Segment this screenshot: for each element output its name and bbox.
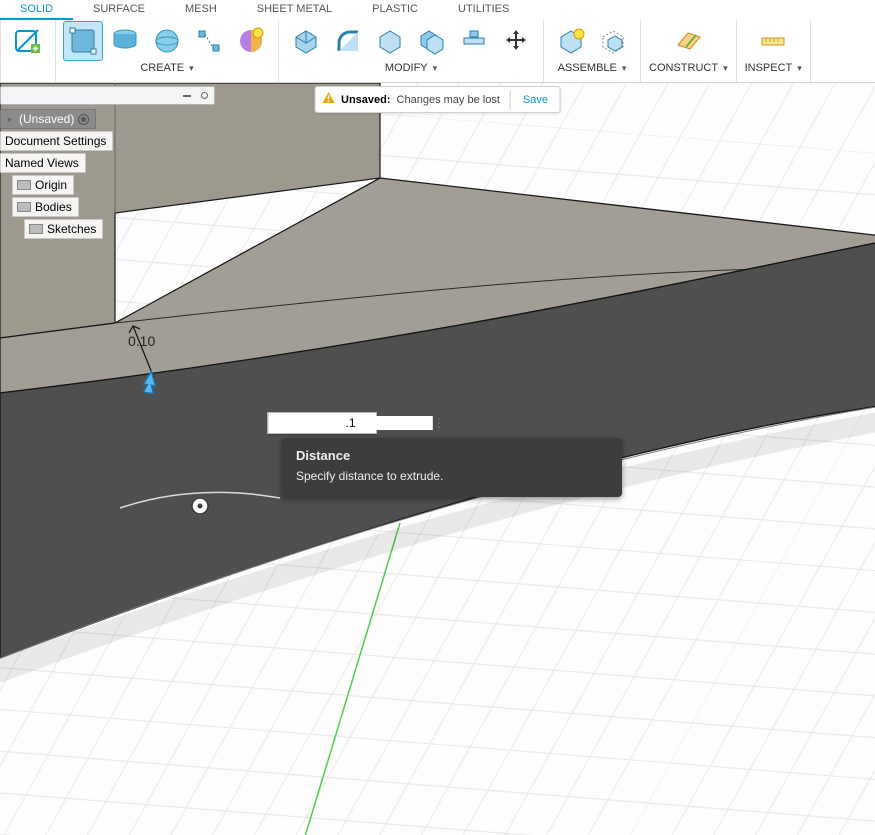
cylinder-icon (110, 26, 140, 56)
box-arrow-icon (292, 27, 320, 55)
unsaved-message: Changes may be lost (397, 94, 510, 106)
tooltip-body: Specify distance to extrude. (296, 469, 608, 483)
distance-input-box: ⋮ (267, 412, 377, 434)
folder-icon (29, 224, 43, 234)
unsaved-label: Unsaved: (341, 94, 397, 106)
input-options-icon[interactable]: ⋮ (432, 416, 445, 430)
doc-name: (Unsaved) (19, 112, 74, 126)
as-built-joint-button[interactable] (594, 22, 632, 60)
tab-utilities[interactable]: UTILITIES (438, 0, 529, 20)
browser-sketches[interactable]: Sketches (24, 219, 103, 239)
tooltip-title: Distance (296, 448, 608, 463)
browser-settings[interactable]: Document Settings (0, 131, 113, 151)
unsaved-banner: Unsaved: Changes may be lost Save (314, 86, 561, 113)
plane-icon (674, 27, 702, 55)
browser-bodies[interactable]: Bodies (12, 197, 79, 217)
joint-icon (557, 27, 585, 55)
loft-button[interactable] (190, 22, 228, 60)
new-component-icon (13, 26, 43, 56)
viewport[interactable]: Unsaved: Changes may be lost Save ▸ (Uns… (0, 83, 875, 835)
group-construct: CONSTRUCT (641, 20, 737, 82)
tab-sheetmetal[interactable]: SHEET METAL (237, 0, 352, 20)
new-component-button[interactable] (9, 22, 47, 60)
move-button[interactable] (497, 22, 535, 60)
align-button[interactable] (455, 22, 493, 60)
group-sketch (0, 20, 56, 82)
minimize-icon (183, 95, 191, 97)
dimension-value: 0.10 (128, 333, 155, 349)
browser-origin[interactable]: Origin (12, 175, 74, 195)
combine-button[interactable] (413, 22, 451, 60)
group-assemble: ASSEMBLE (544, 20, 641, 82)
group-create: CREATE (56, 20, 279, 82)
tab-solid[interactable]: SOLID (0, 0, 73, 20)
create-sketch-icon (68, 26, 98, 56)
browser-tree: ▸ (Unsaved) Document Settings Named View… (0, 109, 113, 241)
move-icon (502, 27, 530, 55)
extrude-button[interactable] (106, 22, 144, 60)
fillet-button[interactable] (329, 22, 367, 60)
combine-icon (418, 27, 446, 55)
save-button[interactable]: Save (511, 90, 560, 110)
active-radio-icon[interactable] (78, 114, 89, 125)
inspect-dropdown[interactable]: INSPECT (745, 62, 802, 74)
align-icon (460, 27, 488, 55)
warning-icon (315, 87, 341, 112)
loft-icon (194, 26, 224, 56)
browser-root[interactable]: ▸ (Unsaved) (0, 109, 96, 129)
sphere-icon (152, 26, 182, 56)
measure-icon (759, 27, 787, 55)
sketch-button[interactable] (64, 22, 102, 60)
as-built-icon (599, 27, 627, 55)
browser-views[interactable]: Named Views (0, 153, 86, 173)
group-inspect: INSPECT (737, 20, 811, 82)
press-pull-button[interactable] (287, 22, 325, 60)
plane-button[interactable] (669, 22, 707, 60)
joint-button[interactable] (552, 22, 590, 60)
design-tabs: SOLID SURFACE MESH SHEET METAL PLASTIC U… (0, 0, 875, 20)
measure-button[interactable] (754, 22, 792, 60)
construct-dropdown[interactable]: CONSTRUCT (649, 62, 728, 74)
modify-dropdown[interactable]: MODIFY (385, 62, 437, 74)
group-modify: MODIFY (279, 20, 544, 82)
tab-plastic[interactable]: PLASTIC (352, 0, 438, 20)
tooltip: Distance Specify distance to extrude. (282, 438, 622, 497)
shell-button[interactable] (371, 22, 409, 60)
browser-header[interactable] (0, 86, 215, 105)
folder-icon (17, 180, 31, 190)
sweep-button[interactable] (232, 22, 270, 60)
assemble-dropdown[interactable]: ASSEMBLE (558, 62, 627, 74)
folder-icon (17, 202, 31, 212)
box-icon (376, 27, 404, 55)
fillet-icon (334, 27, 362, 55)
bullet-icon (201, 92, 208, 99)
expand-icon: ▸ (5, 114, 15, 125)
distance-input[interactable] (269, 416, 432, 430)
color-sphere-icon (236, 26, 266, 56)
tab-surface[interactable]: SURFACE (73, 0, 165, 20)
ribbon: CREATE (0, 20, 875, 83)
create-dropdown[interactable]: CREATE (140, 62, 193, 74)
tab-mesh[interactable]: MESH (165, 0, 237, 20)
revolve-button[interactable] (148, 22, 186, 60)
